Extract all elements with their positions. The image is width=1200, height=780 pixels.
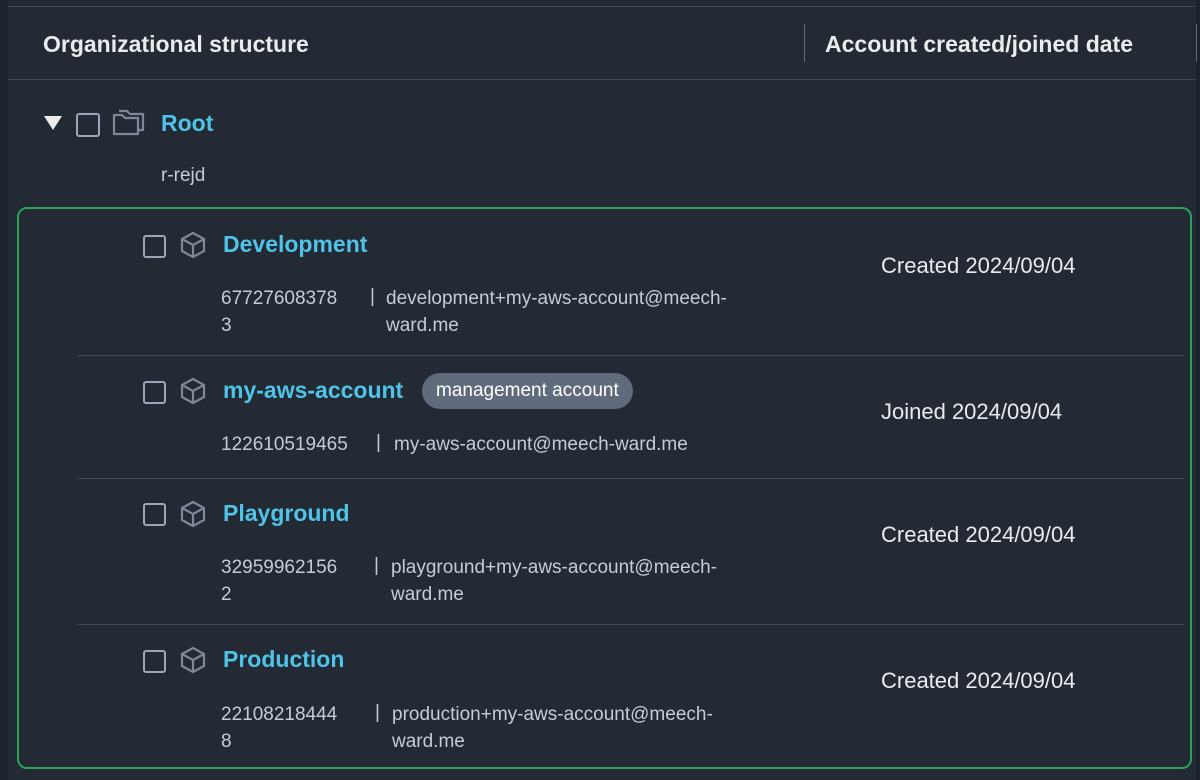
root-id: r-rejd xyxy=(161,165,206,186)
account-checkbox[interactable] xyxy=(143,503,166,526)
column-divider[interactable] xyxy=(1196,24,1197,62)
account-date: Joined 2024/09/04 xyxy=(881,399,1063,424)
account-id-line1: 67727608378 xyxy=(221,288,338,309)
root-link[interactable]: Root xyxy=(161,110,213,137)
column-header-organizational-structure[interactable]: Organizational structure xyxy=(43,31,309,58)
management-account-badge: management account xyxy=(422,373,633,409)
root-checkbox[interactable] xyxy=(76,113,100,137)
cube-icon xyxy=(179,646,207,674)
left-edge xyxy=(0,0,8,780)
column-header-account-date[interactable]: Account created/joined date xyxy=(825,31,1133,58)
folder-icon xyxy=(112,108,146,138)
account-email-line1: my-aws-account@meech-ward.me xyxy=(394,434,688,455)
cube-icon xyxy=(179,377,207,405)
account-email-line1: playground+my-aws-account@meech- xyxy=(391,557,718,578)
account-name-link[interactable]: Development xyxy=(223,231,367,258)
account-email-line1: development+my-aws-account@meech- xyxy=(386,288,727,309)
table-header: Organizational structure Account created… xyxy=(8,7,1197,80)
organization-table: Organizational structure Account created… xyxy=(0,0,1200,780)
account-checkbox[interactable] xyxy=(143,381,166,404)
account-name-link[interactable]: Playground xyxy=(223,500,350,527)
account-id-line2: 8 xyxy=(221,731,232,752)
row-divider xyxy=(77,478,1184,479)
cube-icon xyxy=(179,231,207,259)
account-id-line2: 3 xyxy=(221,315,232,336)
account-id-line2: 2 xyxy=(221,584,232,605)
account-date: Created 2024/09/04 xyxy=(881,522,1076,547)
separator: | xyxy=(375,702,380,723)
separator: | xyxy=(376,432,381,453)
separator: | xyxy=(370,286,375,307)
scrollbar[interactable] xyxy=(1196,0,1200,780)
account-checkbox[interactable] xyxy=(143,235,166,258)
expand-caret-icon[interactable] xyxy=(44,116,62,130)
account-date: Created 2024/09/04 xyxy=(881,668,1076,693)
account-id-line1: 122610519465 xyxy=(221,434,348,455)
account-checkbox[interactable] xyxy=(143,650,166,673)
column-divider[interactable] xyxy=(804,24,805,62)
account-email-line2: ward.me xyxy=(386,315,459,336)
account-email-line2: ward.me xyxy=(391,584,464,605)
cube-icon xyxy=(179,500,207,528)
account-id-line1: 22108218444 xyxy=(221,704,338,725)
account-name-link[interactable]: Production xyxy=(223,646,344,673)
account-date: Created 2024/09/04 xyxy=(881,253,1076,278)
account-email-line1: production+my-aws-account@meech- xyxy=(392,704,713,725)
separator: | xyxy=(374,555,379,576)
account-id-line1: 32959962156 xyxy=(221,557,338,578)
row-divider xyxy=(77,355,1184,356)
account-email-line2: ward.me xyxy=(392,731,465,752)
account-name-link[interactable]: my-aws-account xyxy=(223,377,403,404)
row-divider xyxy=(77,624,1184,625)
